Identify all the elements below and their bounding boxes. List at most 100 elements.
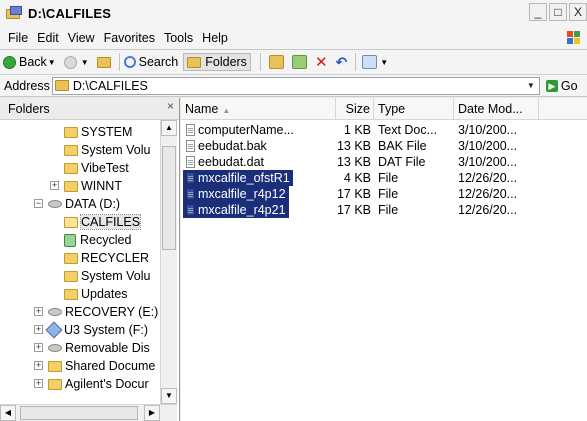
file-type: File [378, 203, 399, 217]
scroll-up-icon[interactable]: ▲ [161, 120, 177, 136]
file-date: 3/10/200... [458, 155, 518, 169]
tree-item-system-volume-d[interactable]: System Volu [64, 267, 150, 285]
tree-item-recovery-drive[interactable]: + RECOVERY (E:) [34, 303, 158, 321]
undo-icon[interactable]: ↶ [336, 54, 348, 71]
minimize-button[interactable]: _ [529, 3, 547, 21]
search-button[interactable]: Search [123, 55, 179, 69]
folder-icon [48, 360, 62, 372]
forward-dropdown-icon[interactable]: ▼ [81, 58, 89, 67]
collapse-icon[interactable]: − [34, 199, 43, 208]
menu-file[interactable]: File [8, 31, 28, 45]
scroll-thumb[interactable] [20, 406, 138, 420]
go-button[interactable]: ▶ Go [545, 79, 578, 93]
file-row[interactable]: eebudat.bak 13 KB BAK File 3/10/200... [181, 138, 587, 154]
file-row[interactable]: mxcalfile_r4p21 17 KB File 12/26/20... [181, 202, 587, 218]
file-size: 13 KB [336, 139, 371, 153]
toolbar-separator [259, 53, 261, 71]
maximize-button[interactable]: □ [549, 3, 567, 21]
title-bar[interactable]: D:\CALFILES _ □ X [0, 0, 587, 26]
column-header-date[interactable]: Date Mod... [454, 98, 539, 120]
search-label: Search [138, 55, 179, 69]
file-type: File [378, 171, 399, 185]
tree-item-system-volume[interactable]: System Volu [64, 141, 150, 159]
file-row[interactable]: mxcalfile_ofstR1 4 KB File 12/26/20... [181, 170, 587, 186]
tree-item-recycled[interactable]: Recycled [64, 231, 131, 249]
file-name: mxcalfile_r4p12 [198, 187, 286, 201]
delete-icon[interactable]: ✕ [315, 53, 328, 71]
back-button[interactable]: Back ▼ [3, 55, 59, 69]
toolbar-separator [118, 53, 120, 71]
scroll-thumb[interactable] [162, 146, 176, 250]
file-name: mxcalfile_ofstR1 [198, 171, 290, 185]
views-button[interactable]: ▼ [360, 55, 391, 69]
folder-icon [64, 162, 78, 174]
expand-icon[interactable]: + [34, 361, 43, 370]
address-input[interactable]: D:\CALFILES ▼ [51, 76, 540, 95]
folders-pane: Folders × SYSTEM System Volu VibeTest + … [0, 98, 180, 421]
file-size: 17 KB [336, 203, 371, 217]
menu-view[interactable]: View [68, 31, 95, 45]
explorer-window: D:\CALFILES _ □ X File Edit View Favorit… [0, 0, 587, 421]
up-folder-icon[interactable] [96, 56, 111, 68]
close-pane-icon[interactable]: × [167, 99, 174, 113]
file-type: Text Doc... [378, 123, 438, 137]
file-row[interactable]: computerName... 1 KB Text Doc... 3/10/20… [181, 122, 587, 138]
move-to-icon[interactable] [268, 55, 284, 69]
forward-button[interactable]: ▼ [63, 55, 92, 69]
address-folder-icon [54, 80, 69, 91]
tree-item-recycler[interactable]: RECYCLER [64, 249, 149, 267]
search-icon [123, 56, 136, 68]
file-type: BAK File [378, 139, 427, 153]
tree-item-system[interactable]: SYSTEM [64, 123, 132, 141]
menu-help[interactable]: Help [202, 31, 228, 45]
tree-item-u3-system[interactable]: + U3 System (F:) [34, 321, 148, 339]
tree-item-updates[interactable]: Updates [64, 285, 128, 303]
back-dropdown-icon[interactable]: ▼ [48, 58, 56, 67]
column-header-type[interactable]: Type [374, 98, 454, 120]
close-button[interactable]: X [569, 3, 587, 21]
file-icon [186, 156, 195, 168]
file-row[interactable]: eebudat.dat 13 KB DAT File 3/10/200... [181, 154, 587, 170]
file-row[interactable]: mxcalfile_r4p12 17 KB File 12/26/20... [181, 186, 587, 202]
folder-icon [64, 270, 78, 282]
file-list-header: Name ▲ Size Type Date Mod... [181, 98, 587, 120]
copy-to-icon[interactable] [291, 55, 307, 69]
tree-item-vibetest[interactable]: VibeTest [64, 159, 129, 177]
menu-edit[interactable]: Edit [37, 31, 59, 45]
sort-ascending-icon: ▲ [222, 106, 231, 115]
file-date: 12/26/20... [458, 203, 518, 217]
tree-item-calfiles[interactable]: CALFILES [64, 213, 142, 231]
tree-item-label: Recycled [80, 233, 132, 247]
scroll-left-icon[interactable]: ◀ [0, 405, 16, 421]
folders-vertical-scrollbar[interactable]: ▲ ▼ [160, 120, 177, 404]
column-header-size[interactable]: Size [336, 98, 374, 120]
file-name: computerName... [198, 123, 294, 137]
file-list: Name ▲ Size Type Date Mod... computerName… [181, 98, 587, 421]
drive-icon [48, 200, 62, 208]
scroll-down-icon[interactable]: ▼ [161, 388, 177, 404]
address-dropdown-icon[interactable]: ▼ [523, 78, 539, 94]
menu-tools[interactable]: Tools [164, 31, 193, 45]
views-icon [362, 55, 378, 69]
address-value: D:\CALFILES [72, 78, 148, 93]
tree-item-agilent-documents[interactable]: + Agilent's Docur [34, 375, 149, 393]
expand-icon[interactable]: + [34, 343, 43, 352]
tree-item-data-drive[interactable]: − DATA (D:) [34, 195, 120, 213]
tree-item-label: Updates [81, 287, 128, 301]
folders-horizontal-scrollbar[interactable]: ◀ ▶ [0, 404, 177, 421]
tree-item-removable-disk[interactable]: + Removable Dis [34, 339, 150, 357]
tree-item-winnt[interactable]: + WINNT [50, 177, 122, 195]
menu-bar: File Edit View Favorites Tools Help [0, 26, 587, 50]
scroll-right-icon[interactable]: ▶ [144, 405, 160, 421]
folders-button[interactable]: Folders [183, 53, 251, 71]
menu-favorites[interactable]: Favorites [104, 31, 155, 45]
back-label: Back [19, 55, 47, 69]
windows-logo-icon [567, 31, 581, 45]
expand-icon[interactable]: + [34, 379, 43, 388]
column-header-name[interactable]: Name ▲ [181, 98, 336, 120]
go-arrow-icon: ▶ [545, 79, 558, 92]
tree-item-shared-documents[interactable]: + Shared Docume [34, 357, 155, 375]
expand-icon[interactable]: + [50, 181, 59, 190]
expand-icon[interactable]: + [34, 307, 43, 316]
expand-icon[interactable]: + [34, 325, 43, 334]
